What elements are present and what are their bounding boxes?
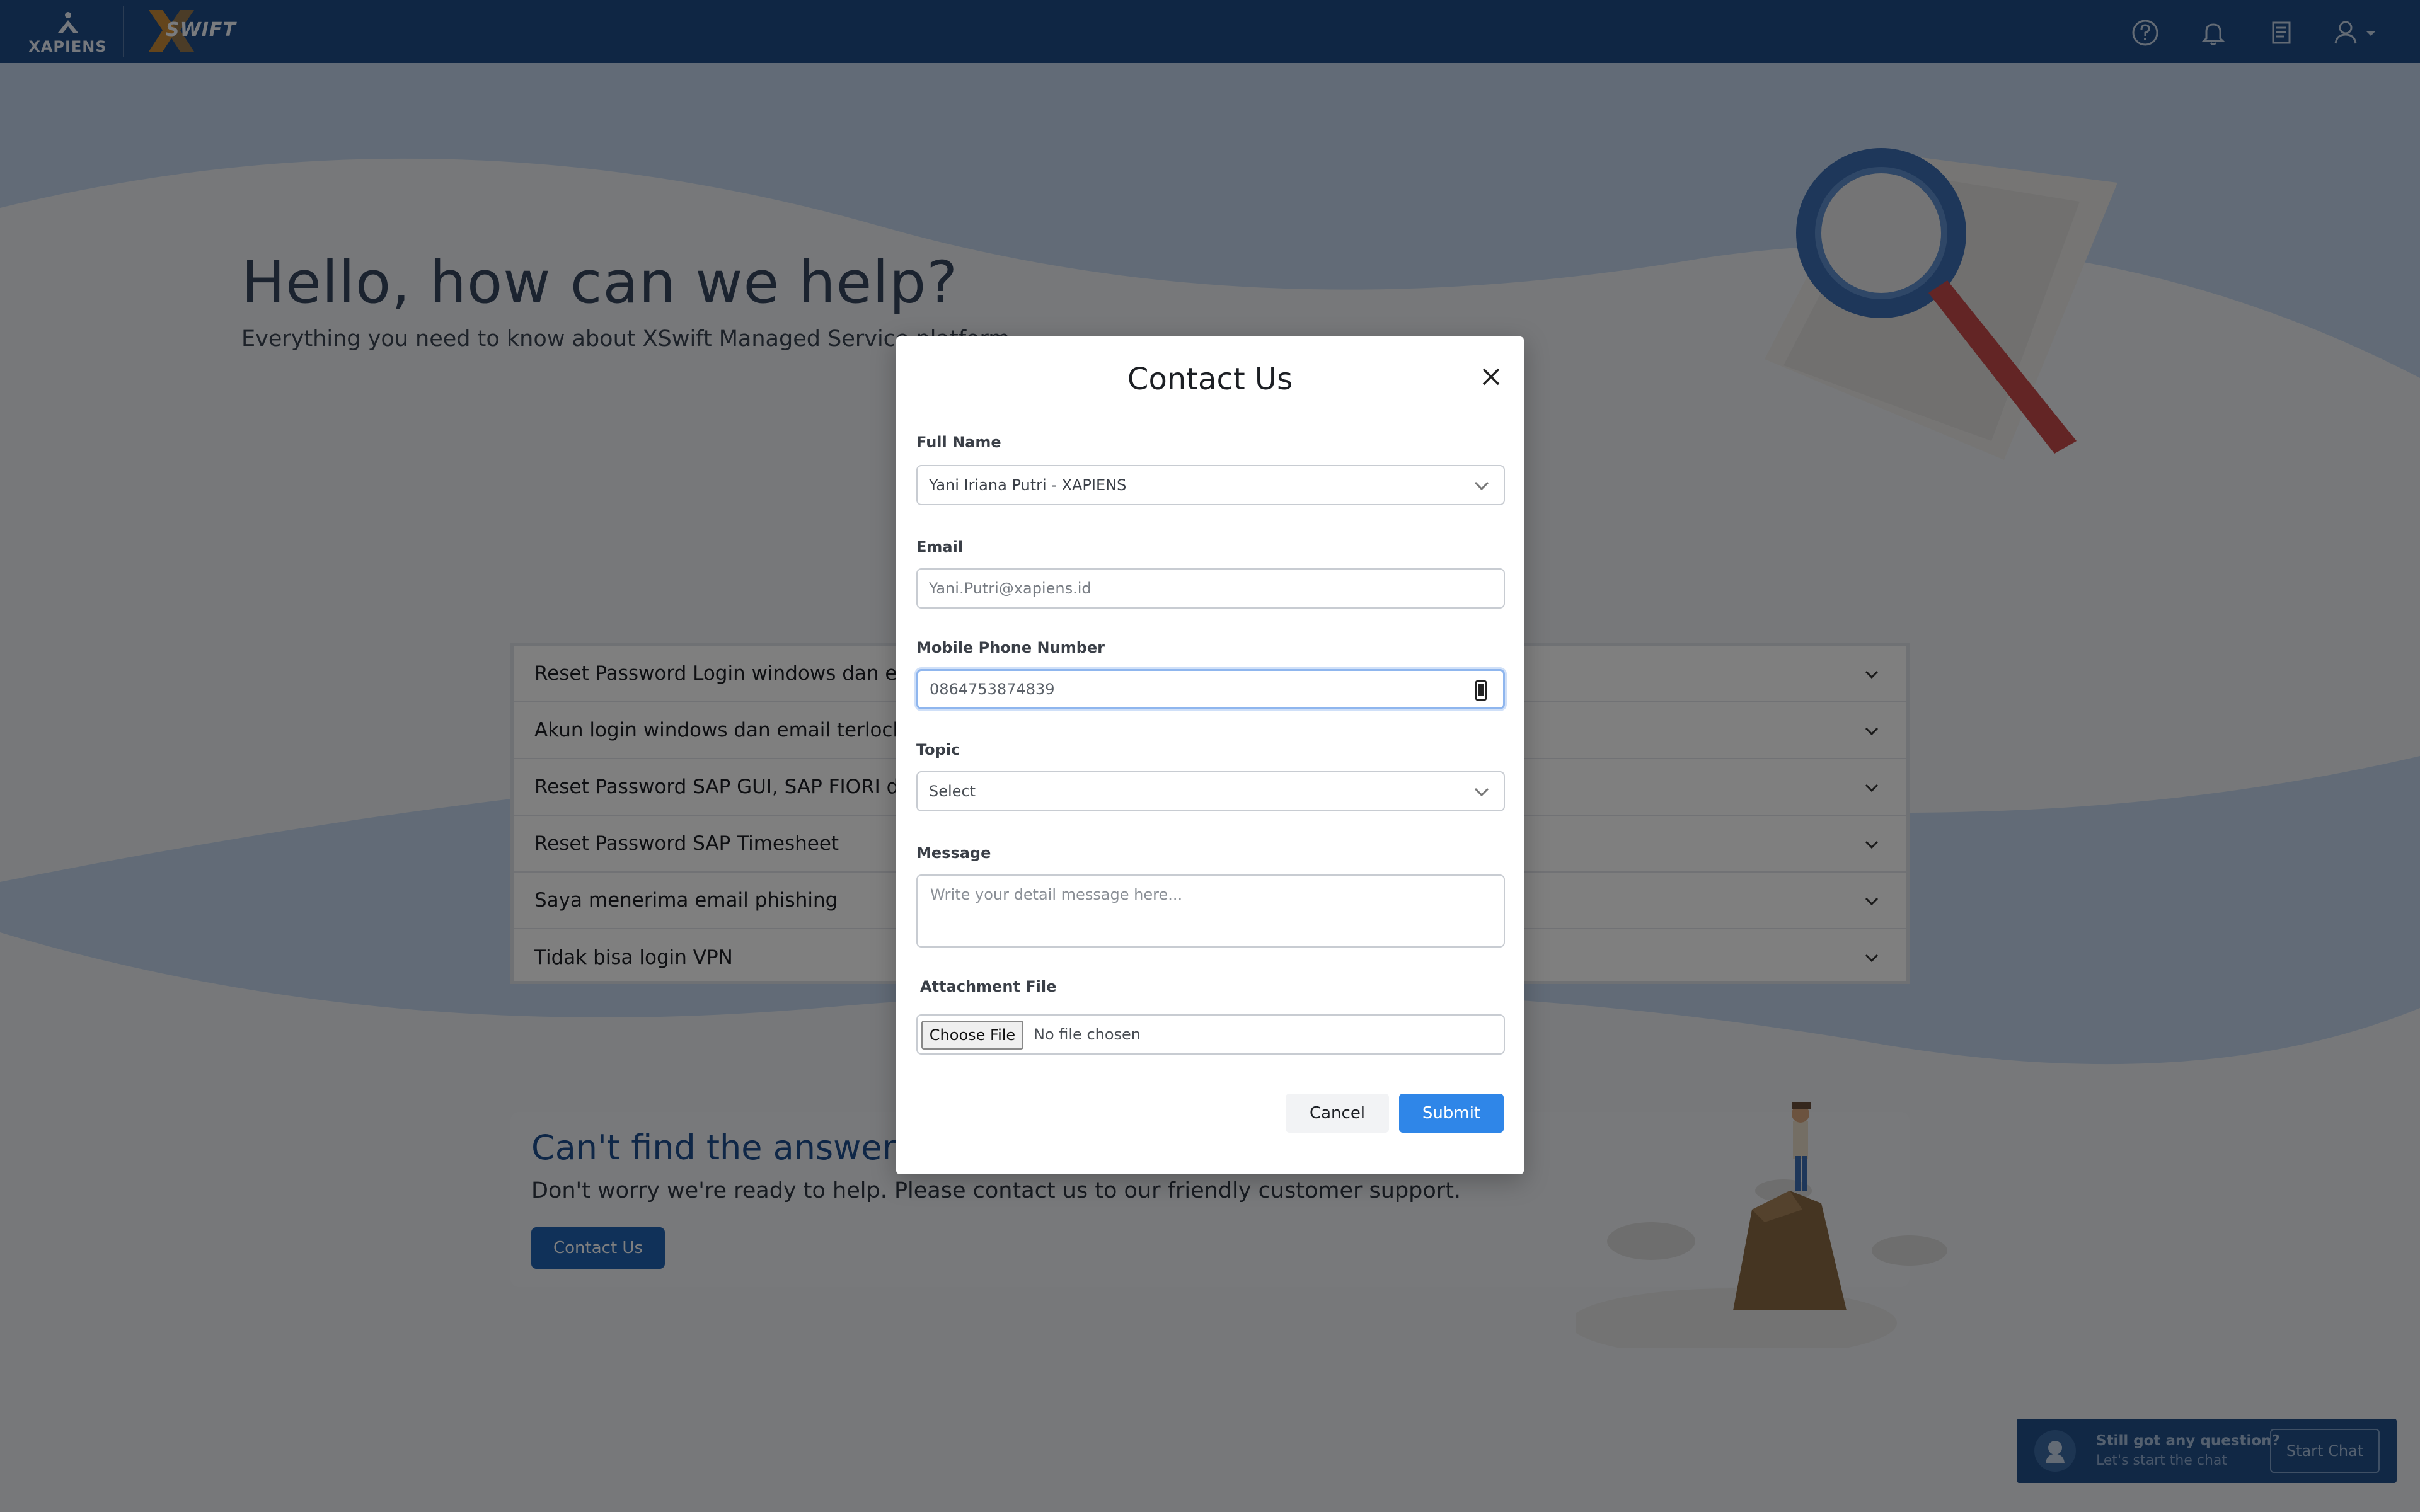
- full-name-select[interactable]: Yani Iriana Putri - XAPIENS: [916, 465, 1505, 505]
- attachment-file-input[interactable]: Choose File No file chosen: [916, 1014, 1505, 1055]
- topic-label: Topic: [916, 741, 960, 759]
- message-placeholder: Write your detail message here...: [930, 886, 1183, 903]
- close-icon[interactable]: [1480, 365, 1502, 388]
- full-name-value: Yani Iriana Putri - XAPIENS: [929, 476, 1127, 494]
- message-label: Message: [916, 844, 991, 862]
- topic-select[interactable]: Select: [916, 771, 1505, 811]
- email-field[interactable]: Yani.Putri@xapiens.id: [916, 568, 1505, 609]
- phone-label: Mobile Phone Number: [916, 639, 1105, 656]
- mobile-phone-icon: [1475, 680, 1487, 701]
- file-status: No file chosen: [1034, 1026, 1141, 1043]
- email-value: Yani.Putri@xapiens.id: [929, 580, 1092, 597]
- choose-file-button[interactable]: Choose File: [921, 1021, 1023, 1050]
- email-label: Email: [916, 538, 964, 556]
- modal-title: Contact Us: [1127, 362, 1293, 397]
- topic-value: Select: [929, 782, 976, 800]
- chevron-down-icon: [1474, 481, 1489, 491]
- contact-us-modal: Contact Us Full Name Yani Iriana Putri -…: [896, 336, 1524, 1174]
- message-textarea[interactable]: Write your detail message here...: [916, 874, 1505, 948]
- chevron-down-icon: [1474, 788, 1489, 797]
- full-name-label: Full Name: [916, 433, 1001, 451]
- submit-button[interactable]: Submit: [1399, 1094, 1504, 1133]
- attachment-label: Attachment File: [920, 978, 1057, 995]
- phone-field[interactable]: 0864753874839: [916, 669, 1505, 709]
- phone-value: 0864753874839: [930, 680, 1055, 698]
- cancel-button[interactable]: Cancel: [1286, 1094, 1389, 1133]
